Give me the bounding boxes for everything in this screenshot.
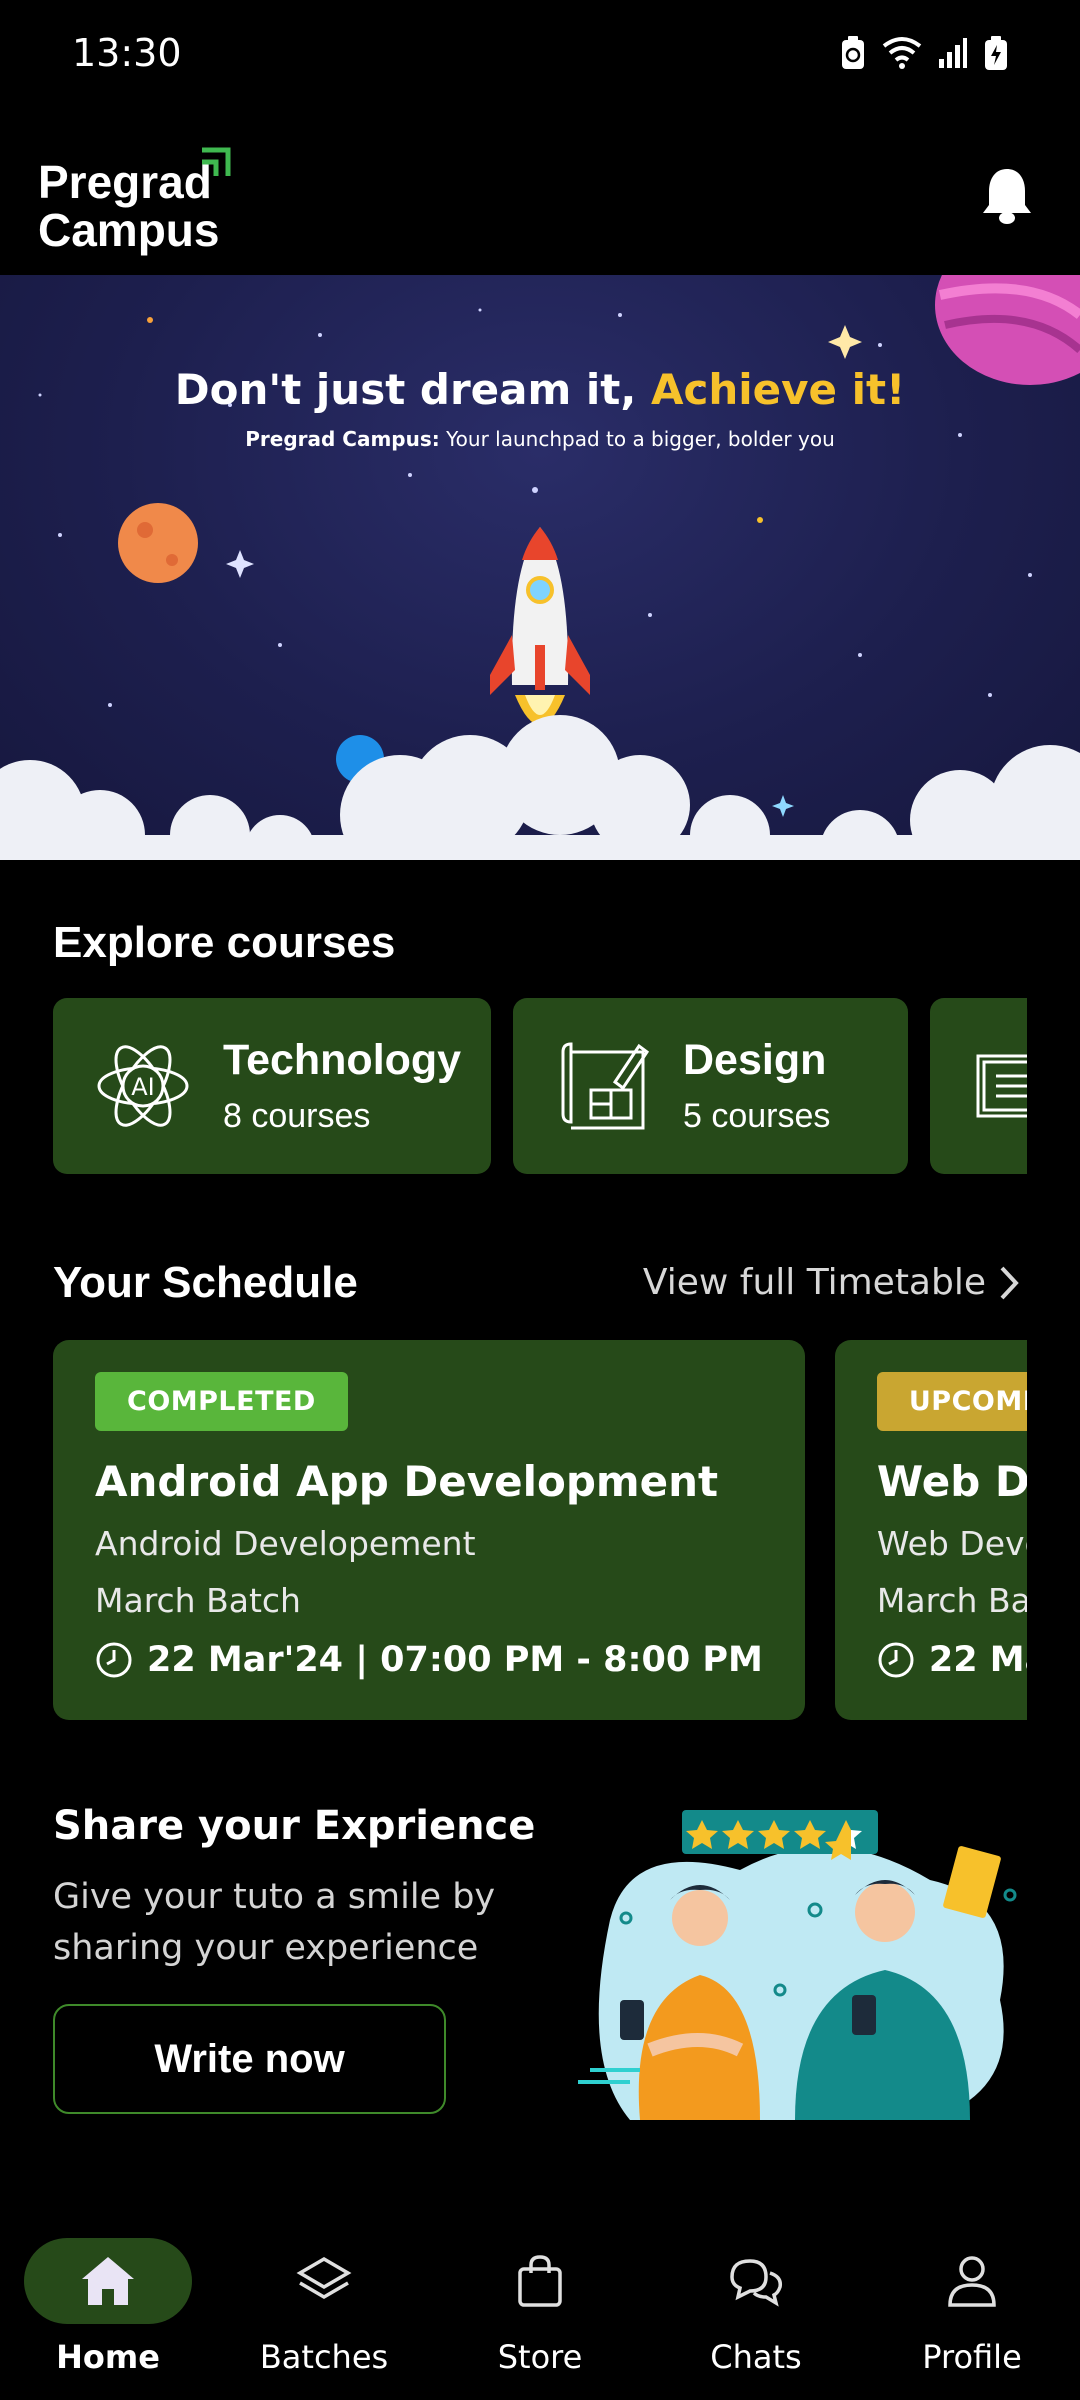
nav-label: Home: [56, 2338, 160, 2376]
view-timetable-link[interactable]: View full Timetable: [643, 1262, 1020, 1303]
nav-label: Store: [497, 2338, 583, 2376]
clock-icon: [878, 1642, 914, 1678]
share-title: Share your Exprience: [53, 1803, 536, 1849]
banner-headline: Don't just dream it, Achieve it!: [0, 365, 1080, 414]
banner-sub-brand: Pregrad Campus:: [245, 427, 440, 451]
class-time-text: 22 Mar'24 | 07:00 PM - 8:00 PM: [147, 1640, 763, 1680]
course-card-design[interactable]: Design 5 courses: [513, 998, 908, 1174]
logo-text-line2: Campus: [38, 204, 220, 256]
chat-bubbles-icon: [730, 2259, 783, 2307]
class-title: Web Development: [876, 1457, 1027, 1506]
hero-banner[interactable]: Don't just dream it, Achieve it! Pregrad…: [0, 275, 1080, 860]
courses-carousel[interactable]: AI Technology 8 courses Design 5 courses: [53, 998, 1027, 1174]
class-time: 22 Mar'24 | 07:00 PM - 8:00 PM: [877, 1640, 1027, 1680]
notification-button[interactable]: [972, 160, 1042, 230]
wifi-icon: [882, 36, 922, 69]
class-time-text: 22 Mar'24 | 07:00 PM - 8:00 PM: [928, 1640, 1027, 1680]
class-course: Android Developement: [95, 1524, 476, 1563]
share-description: Give your tuto a smile by sharing your e…: [53, 1877, 496, 1968]
svg-text:AI: AI: [131, 1073, 155, 1101]
nav-chats[interactable]: Chats: [656, 2238, 856, 2376]
banner-headline-white: Don't just dream it,: [174, 365, 637, 414]
schedule-carousel[interactable]: COMPLETED Android App Development Androi…: [53, 1340, 1027, 1720]
class-course: Web Developement: [876, 1524, 1027, 1563]
write-now-button[interactable]: Write now: [53, 2004, 446, 2114]
course-count: 5 courses: [683, 1097, 831, 1135]
course-card-technology[interactable]: AI Technology 8 courses: [53, 998, 491, 1174]
review-illustration: [578, 1810, 1017, 2120]
ai-atom-icon: AI: [93, 1036, 193, 1136]
status-badge: UPCOMING: [876, 1372, 1027, 1431]
pregrad-logo[interactable]: Pregrad Campus: [38, 130, 258, 260]
logo-arrow-icon: [202, 147, 231, 176]
status-bar: 13:30: [0, 0, 1080, 105]
blueprint-pencil-icon: [553, 1036, 653, 1136]
signal-icon: [939, 37, 967, 68]
banner-headline-yellow: Achieve it!: [650, 365, 906, 414]
nav-batches[interactable]: Batches: [224, 2238, 424, 2376]
nav-home[interactable]: Home: [8, 2238, 208, 2376]
schedule-title: Your Schedule: [53, 1258, 358, 1307]
person-icon: [948, 2256, 996, 2307]
class-time: 22 Mar'24 | 07:00 PM - 8:00 PM: [95, 1640, 763, 1680]
shopping-bag-icon: [518, 2255, 562, 2307]
course-name: Technology: [223, 1036, 462, 1084]
clock-icon: [96, 1642, 132, 1678]
schedule-card[interactable]: COMPLETED Android App Development Androi…: [53, 1340, 805, 1720]
battery-charging-icon: [985, 35, 1007, 70]
nav-store[interactable]: Store: [440, 2238, 640, 2376]
app-header: Pregrad Campus: [0, 115, 1080, 275]
banner-sub-text: Your launchpad to a bigger, bolder you: [446, 427, 835, 451]
banner-subtitle: Pregrad Campus: Your launchpad to a bigg…: [0, 427, 1080, 451]
status-time: 13:30: [72, 30, 182, 75]
class-title: Android App Development: [95, 1457, 719, 1506]
space-scene-illustration: [0, 275, 1080, 860]
nav-label: Chats: [710, 2338, 802, 2376]
status-badge: COMPLETED: [95, 1372, 348, 1431]
chevron-right-icon: [1000, 1266, 1019, 1299]
status-icons: [840, 35, 1008, 71]
class-batch: March Batch: [95, 1581, 301, 1620]
nav-profile[interactable]: Profile: [872, 2238, 1072, 2376]
nav-label: Profile: [922, 2338, 1022, 2376]
schedule-card[interactable]: UPCOMING Web Development Web Developemen…: [834, 1340, 1027, 1720]
nav-label: Batches: [259, 2338, 389, 2376]
course-card-partial[interactable]: [930, 998, 1027, 1174]
explore-courses-title: Explore courses: [53, 918, 396, 967]
course-count: 8 courses: [223, 1097, 371, 1135]
course-name: Design: [683, 1036, 827, 1084]
certificate-icon: [970, 1036, 1027, 1136]
bottom-navigation: Home Batches Store Chats Profile: [0, 2220, 1080, 2400]
battery-saver-icon: [842, 35, 864, 69]
bell-icon: [983, 169, 1031, 224]
class-batch: March Batch: [876, 1581, 1027, 1620]
view-timetable-label: View full Timetable: [642, 1262, 986, 1303]
layers-icon: [296, 2256, 352, 2300]
home-icon: [82, 2257, 134, 2305]
